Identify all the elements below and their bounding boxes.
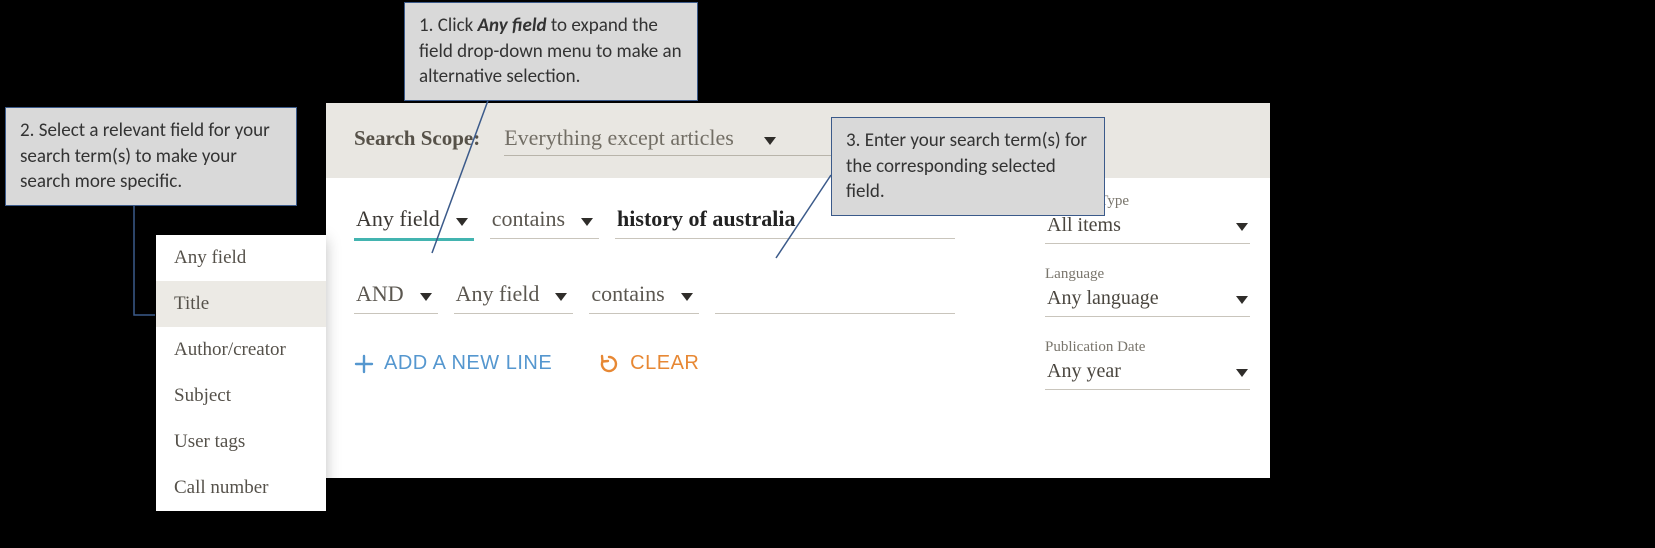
callout-1-text-bold: Any field [478, 14, 547, 37]
boolean-select-value: AND [356, 281, 404, 307]
chevron-down-icon [681, 293, 693, 301]
reset-icon [598, 353, 620, 375]
callout-3: 3. Enter your search term(s) for the cor… [831, 117, 1105, 216]
match-select[interactable]: contains [589, 279, 698, 314]
field-dropdown-menu: Any field Title Author/creator Subject U… [156, 235, 326, 511]
menu-item-author[interactable]: Author/creator [156, 327, 326, 373]
match-select-value: contains [492, 206, 565, 232]
add-line-label: ADD A NEW LINE [384, 352, 552, 375]
menu-item-call-number[interactable]: Call number [156, 465, 326, 511]
language-select[interactable]: Any language [1045, 285, 1250, 317]
language-label: Language [1045, 266, 1250, 283]
filter-publication-date: Publication Date Any year [1045, 339, 1250, 390]
menu-item-any-field[interactable]: Any field [156, 235, 326, 281]
filter-sidebar: Material Type All items Language Any lan… [1045, 193, 1250, 412]
chevron-down-icon [456, 218, 468, 226]
chevron-down-icon [555, 293, 567, 301]
chevron-down-icon [1236, 369, 1248, 377]
field-select[interactable]: Any field [454, 279, 574, 314]
menu-item-title[interactable]: Title [156, 281, 326, 327]
search-scope-bar: Search Scope: Everything except articles [326, 103, 1270, 178]
callout-1: 1. Click Any field to expand the field d… [404, 2, 698, 101]
filter-language: Language Any language [1045, 266, 1250, 317]
chevron-down-icon [764, 137, 776, 145]
clear-label: CLEAR [630, 352, 699, 375]
search-scope-select[interactable]: Everything except articles [504, 125, 846, 156]
plus-icon [354, 354, 374, 374]
callout-1-text-pre: 1. Click [419, 14, 478, 37]
language-value: Any language [1047, 287, 1159, 310]
field-select-value: Any field [456, 281, 540, 307]
chevron-down-icon [1236, 296, 1248, 304]
pub-date-label: Publication Date [1045, 339, 1250, 356]
callout-2: 2. Select a relevant field for your sear… [5, 107, 297, 206]
search-term-input[interactable] [715, 279, 955, 314]
pub-date-value: Any year [1047, 360, 1121, 383]
callout-2-text: 2. Select a relevant field for your sear… [20, 119, 270, 193]
chevron-down-icon [1236, 223, 1248, 231]
field-select[interactable]: Any field [354, 204, 474, 241]
chevron-down-icon [420, 293, 432, 301]
search-scope-value: Everything except articles [504, 125, 734, 151]
add-line-button[interactable]: ADD A NEW LINE [354, 352, 552, 375]
menu-item-user-tags[interactable]: User tags [156, 419, 326, 465]
material-type-value: All items [1047, 214, 1121, 237]
chevron-down-icon [581, 218, 593, 226]
boolean-select[interactable]: AND [354, 279, 438, 314]
clear-button[interactable]: CLEAR [598, 352, 699, 375]
pub-date-select[interactable]: Any year [1045, 358, 1250, 390]
search-scope-label: Search Scope: [354, 126, 480, 151]
match-select[interactable]: contains [490, 204, 599, 239]
callout-3-text: 3. Enter your search term(s) for the cor… [846, 129, 1087, 203]
material-type-select[interactable]: All items [1045, 212, 1250, 244]
menu-item-subject[interactable]: Subject [156, 373, 326, 419]
match-select-value: contains [591, 281, 664, 307]
field-select-value: Any field [356, 206, 440, 232]
advanced-search-panel: Search Scope: Everything except articles… [326, 103, 1270, 478]
